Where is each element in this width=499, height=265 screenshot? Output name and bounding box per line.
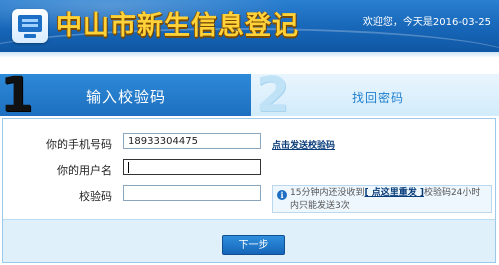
step-2-number: 2 xyxy=(256,67,290,123)
resend-link[interactable]: [ 点这里重发 ] xyxy=(364,188,424,198)
phone-input-value: 18933304475 xyxy=(128,136,198,147)
logo-stand xyxy=(24,34,36,38)
step-1-label: 输入校验码 xyxy=(86,88,167,106)
step-indicator: 1 输入校验码 2 找回密码 xyxy=(0,70,499,120)
site-header: 中山市新生信息登记 欢迎您，今天是2016-03-25 xyxy=(0,0,499,52)
computer-screen-icon xyxy=(12,9,48,43)
welcome-text: 欢迎您，今天是2016-03-25 xyxy=(362,17,491,28)
code-label: 校验码 xyxy=(79,190,112,203)
step-1-number: 1 xyxy=(0,67,34,123)
resend-notice: i 15分钟内还没收到[ 点这里重发 ]校验码24小时内只能发送3次 xyxy=(272,185,492,213)
site-title: 中山市新生信息登记 xyxy=(56,11,300,41)
notice-text-before: 15分钟内还没收到 xyxy=(290,188,365,198)
send-code-link[interactable]: 点击发送校验码 xyxy=(272,138,335,151)
header-divider xyxy=(0,52,499,58)
step-1-active: 1 输入校验码 xyxy=(0,70,251,120)
verification-form: 你的手机号码 18933304475 点击发送校验码 你的用户名 校验码 i 1… xyxy=(2,118,496,263)
phone-input[interactable]: 18933304475 xyxy=(123,133,261,149)
logo-screen xyxy=(18,15,42,32)
text-caret xyxy=(128,161,129,173)
code-input[interactable] xyxy=(123,185,261,201)
next-step-button[interactable]: 下一步 xyxy=(222,235,285,255)
phone-label: 你的手机号码 xyxy=(46,138,112,151)
username-label: 你的用户名 xyxy=(57,164,112,177)
username-input[interactable] xyxy=(123,159,261,175)
info-icon: i xyxy=(277,190,287,200)
step-2-label: 找回密码 xyxy=(352,91,405,105)
